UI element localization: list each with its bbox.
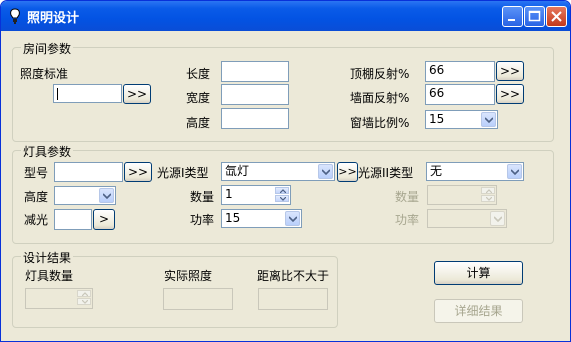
spin-up-icon[interactable] xyxy=(481,187,495,194)
spin-up-icon[interactable] xyxy=(275,187,289,194)
wall-reflect-label: 墙面反射% xyxy=(350,91,410,105)
title-bar[interactable]: 照明设计 xyxy=(1,1,570,31)
room-width-label: 宽度 xyxy=(186,91,211,105)
close-icon xyxy=(551,11,562,22)
light-reduce-button[interactable]: > xyxy=(93,209,115,230)
dialog-window: 照明设计 房间参数 照度标准 >> 长度 宽度 高度 顶棚反射% 66 >> 墙… xyxy=(0,0,571,342)
ceiling-reflect-input[interactable]: 66 xyxy=(425,61,495,82)
chevron-down-icon[interactable] xyxy=(490,211,505,226)
window-title: 照明设计 xyxy=(27,11,80,26)
source1-count-label: 数量 xyxy=(190,190,215,204)
window-wall-ratio-select[interactable]: 15 xyxy=(425,110,498,129)
chevron-down-icon[interactable] xyxy=(285,211,300,226)
lamp-count-stepper[interactable] xyxy=(25,288,93,309)
source1-power-select[interactable]: 15 xyxy=(221,209,302,228)
source1-power-label: 功率 xyxy=(190,213,215,227)
maximize-button[interactable] xyxy=(524,6,545,27)
source2-count-stepper[interactable] xyxy=(427,185,497,205)
source2-power-select[interactable] xyxy=(427,209,507,228)
ceiling-reflect-label: 顶棚反射% xyxy=(350,67,410,81)
close-button[interactable] xyxy=(546,6,567,27)
wall-reflect-input[interactable]: 66 xyxy=(425,84,495,105)
ceiling-reflect-more-button[interactable]: >> xyxy=(496,61,524,81)
wall-reflect-more-button[interactable]: >> xyxy=(496,84,524,104)
source1-count-stepper[interactable]: 1 xyxy=(221,185,291,205)
distance-ratio-label: 距离比不大于 xyxy=(257,269,330,283)
spin-buttons[interactable] xyxy=(77,290,91,305)
room-length-input[interactable] xyxy=(221,61,289,82)
lamp-height-select[interactable] xyxy=(54,186,116,205)
source1-type-select[interactable]: 氙灯 xyxy=(221,162,335,181)
illum-std-label: 照度标准 xyxy=(20,67,69,81)
chevron-down-icon[interactable] xyxy=(481,112,496,127)
source2-type-select[interactable]: 无 xyxy=(426,162,524,181)
room-params-legend: 房间参数 xyxy=(21,40,74,57)
spin-up-icon[interactable] xyxy=(77,290,91,297)
distance-ratio-field xyxy=(258,288,328,310)
chevron-down-icon[interactable] xyxy=(507,164,522,179)
light-reduce-label: 减光 xyxy=(24,213,49,227)
room-width-input[interactable] xyxy=(221,84,289,105)
calculate-button[interactable]: 计算 xyxy=(434,261,523,285)
lamp-count-label: 灯具数量 xyxy=(25,269,74,283)
maximize-icon xyxy=(528,10,541,22)
source2-type-label: 光源II类型 xyxy=(358,166,414,180)
room-height-label: 高度 xyxy=(186,116,211,130)
actual-illum-field xyxy=(163,288,233,310)
detail-result-button[interactable]: 详细结果 xyxy=(434,299,523,323)
spin-down-icon[interactable] xyxy=(77,298,91,305)
illum-std-input[interactable] xyxy=(53,84,122,103)
lamp-model-more-button[interactable]: >> xyxy=(124,162,152,182)
source1-more-button[interactable]: >> xyxy=(337,162,358,182)
room-height-input[interactable] xyxy=(221,108,289,129)
dialog-content: 房间参数 照度标准 >> 长度 宽度 高度 顶棚反射% 66 >> 墙面反射% … xyxy=(4,31,567,338)
source2-power-label: 功率 xyxy=(395,213,420,227)
source1-type-label: 光源I类型 xyxy=(157,166,209,180)
minimize-button[interactable] xyxy=(502,6,523,27)
app-icon xyxy=(10,8,20,24)
minimize-icon xyxy=(508,19,515,21)
spin-buttons[interactable] xyxy=(275,187,289,202)
spin-buttons[interactable] xyxy=(481,187,495,202)
lamp-model-input[interactable] xyxy=(54,162,123,182)
chevron-down-icon[interactable] xyxy=(99,188,114,203)
lamp-height-label: 高度 xyxy=(24,190,49,204)
design-result-legend: 设计结果 xyxy=(21,249,74,266)
source2-count-label: 数量 xyxy=(395,190,420,204)
chevron-down-icon[interactable] xyxy=(318,164,333,179)
lamp-params-legend: 灯具参数 xyxy=(21,143,74,160)
window-wall-ratio-label: 窗墙比例% xyxy=(350,116,410,130)
spin-down-icon[interactable] xyxy=(275,195,289,202)
spin-down-icon[interactable] xyxy=(481,195,495,202)
illum-std-more-button[interactable]: >> xyxy=(123,84,151,104)
lamp-model-label: 型号 xyxy=(24,166,49,180)
actual-illum-label: 实际照度 xyxy=(164,269,213,283)
text-caret xyxy=(57,88,58,100)
room-length-label: 长度 xyxy=(186,67,211,81)
light-reduce-input[interactable] xyxy=(54,209,92,230)
